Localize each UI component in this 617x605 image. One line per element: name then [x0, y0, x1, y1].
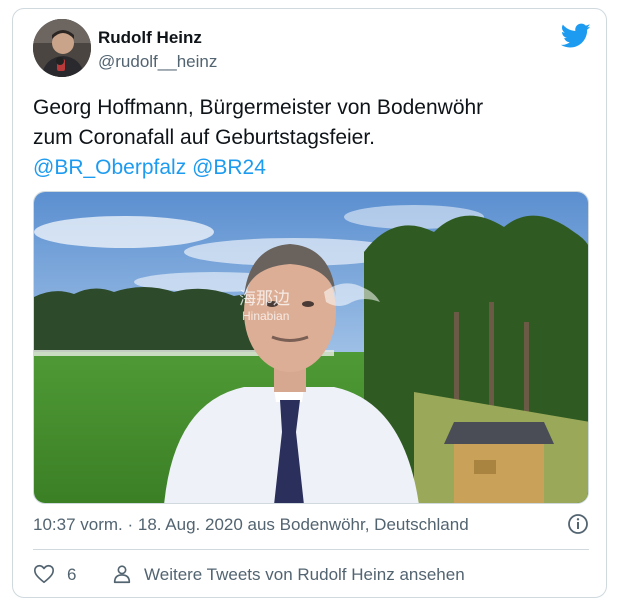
- video-thumbnail[interactable]: 海那边 Hinabian: [33, 191, 589, 504]
- video-scene: 海那边 Hinabian: [34, 192, 588, 503]
- avatar[interactable]: [33, 19, 91, 77]
- author-name[interactable]: Rudolf Heinz: [98, 28, 202, 48]
- tweet-text-line-1: Georg Hoffmann, Bürgermeister von Bodenw…: [33, 96, 484, 119]
- tweet-text: Georg Hoffmann, Bürgermeister von Bodenw…: [33, 93, 593, 183]
- heart-icon[interactable]: [33, 563, 55, 585]
- tweet-card: Rudolf Heinz @rudolf__heinz Georg Hoffma…: [12, 8, 607, 598]
- person-icon: [111, 563, 133, 585]
- like-count[interactable]: 6: [67, 565, 76, 585]
- twitter-bird-icon[interactable]: [560, 23, 591, 49]
- tweet-timestamp[interactable]: 10:37 vorm. · 18. Aug. 2020 aus Bodenwöh…: [33, 515, 469, 535]
- watermark-en: Hinabian: [242, 309, 289, 323]
- tweet-text-line-2: zum Coronafall auf Geburtstagsfeier.: [33, 126, 376, 149]
- divider: [33, 549, 589, 550]
- watermark-cn: 海那边: [239, 289, 290, 309]
- more-tweets-link[interactable]: Weitere Tweets von Rudolf Heinz ansehen: [144, 565, 465, 585]
- mention-br-oberpfalz[interactable]: @BR_Oberpfalz: [33, 156, 186, 179]
- mention-br24[interactable]: @BR24: [192, 156, 266, 179]
- info-icon[interactable]: [567, 513, 589, 535]
- tweet-mentions: @BR_Oberpfalz @BR24: [33, 153, 593, 183]
- author-handle[interactable]: @rudolf__heinz: [98, 52, 217, 72]
